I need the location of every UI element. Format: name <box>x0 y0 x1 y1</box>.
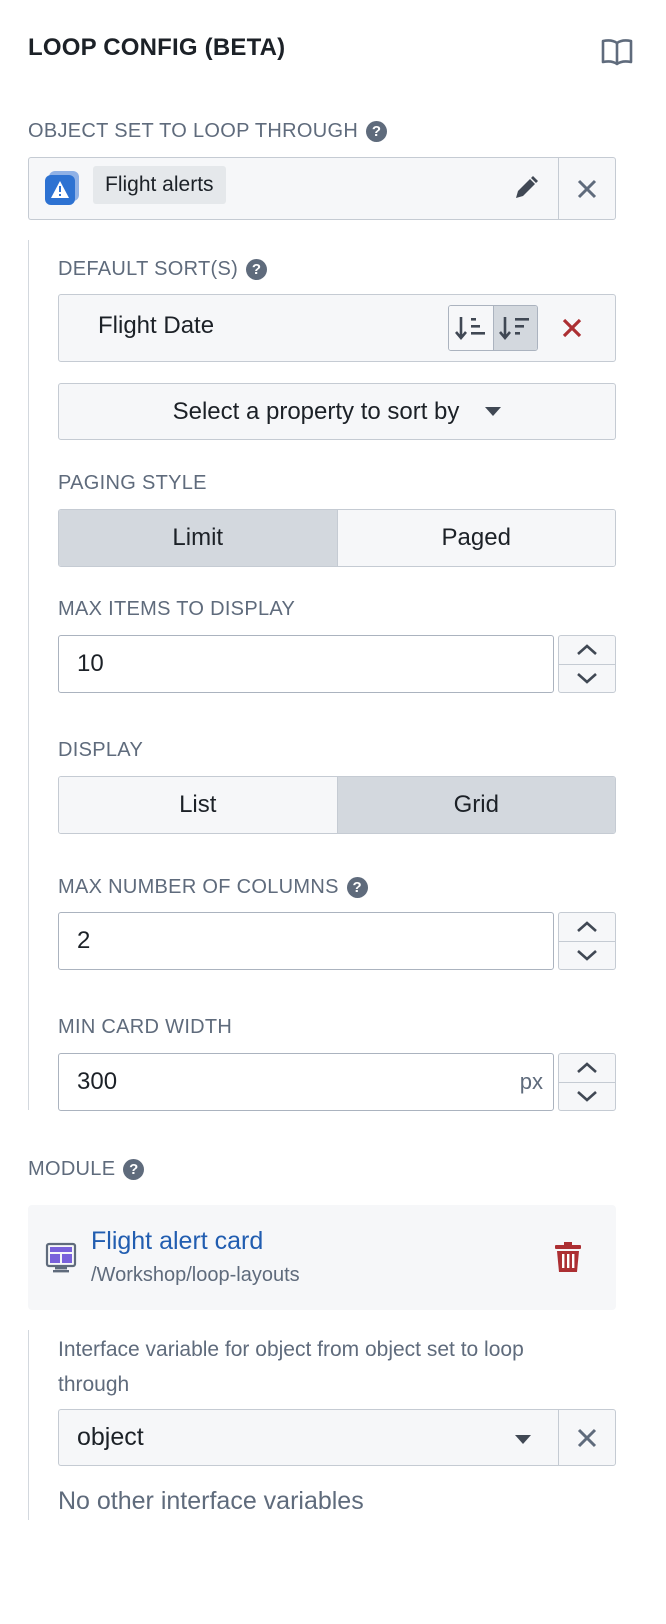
sort-descending-button[interactable] <box>492 306 537 350</box>
paging-style-segmented: Limit Paged <box>58 509 616 567</box>
interface-variable-description: Interface variable for object from objec… <box>58 1338 524 1396</box>
decrement-button[interactable] <box>559 1081 615 1111</box>
nested-section-line <box>28 1330 29 1520</box>
module-name-link[interactable]: Flight alert card <box>91 1227 263 1256</box>
module-path: /Workshop/loop-layouts <box>91 1264 300 1286</box>
max-columns-stepper <box>558 912 616 970</box>
max-items-label: MAX ITEMS TO DISPLAY <box>58 598 296 620</box>
display-segmented: List Grid <box>58 776 616 834</box>
interface-variable-select[interactable]: object <box>58 1409 559 1466</box>
paging-limit-option[interactable]: Limit <box>59 510 337 566</box>
help-icon[interactable]: ? <box>366 121 388 142</box>
chevron-up-icon <box>577 1062 597 1073</box>
paging-paged-option[interactable]: Paged <box>336 510 615 566</box>
delete-module-button[interactable] <box>548 1237 588 1277</box>
max-columns-label: MAX NUMBER OF COLUMNS ? <box>58 876 368 899</box>
min-card-width-input[interactable]: 300 px <box>58 1053 554 1111</box>
chevron-down-icon <box>577 1091 597 1102</box>
book-icon[interactable] <box>600 34 634 68</box>
remove-sort-button[interactable] <box>552 308 592 348</box>
close-icon <box>577 1428 597 1447</box>
clear-object-set-button[interactable] <box>558 157 616 220</box>
sort-direction-toggle <box>448 305 538 351</box>
max-columns-input[interactable]: 2 <box>58 912 554 970</box>
object-set-tag[interactable]: Flight alerts <box>93 166 226 204</box>
nested-section-line <box>28 240 29 1110</box>
add-sort-select[interactable]: Select a property to sort by <box>58 383 616 440</box>
increment-button[interactable] <box>559 636 615 664</box>
trash-icon <box>555 1242 581 1272</box>
chevron-down-icon <box>577 950 597 961</box>
decrement-button[interactable] <box>559 663 615 693</box>
close-icon <box>577 179 597 198</box>
caret-down-icon[interactable] <box>515 1432 531 1450</box>
sort-asc-icon <box>454 317 485 341</box>
warning-icon <box>44 170 81 207</box>
default-sorts-label: DEFAULT SORT(S) ? <box>58 258 268 281</box>
display-list-option[interactable]: List <box>59 777 337 833</box>
display-label: DISPLAY <box>58 739 144 761</box>
chevron-up-icon <box>577 921 597 932</box>
increment-button[interactable] <box>559 913 615 941</box>
panel-title: LOOP CONFIG (BETA) <box>28 34 286 61</box>
sort-desc-icon <box>499 317 530 341</box>
max-items-input[interactable]: 10 <box>58 635 554 693</box>
module-label: MODULE ? <box>28 1158 145 1181</box>
chevron-down-icon <box>577 673 597 684</box>
module-card <box>28 1205 616 1310</box>
chevron-up-icon <box>577 644 597 655</box>
min-card-width-stepper <box>558 1053 616 1111</box>
sort-ascending-button[interactable] <box>449 306 493 350</box>
add-sort-placeholder: Select a property to sort by <box>172 397 460 425</box>
sort-property-name: Flight Date <box>98 312 215 339</box>
clear-interface-variable-button[interactable] <box>558 1409 616 1466</box>
layout-icon <box>45 1240 79 1274</box>
increment-button[interactable] <box>559 1054 615 1082</box>
min-card-width-label: MIN CARD WIDTH <box>58 1016 233 1038</box>
paging-style-label: PAGING STYLE <box>58 472 207 494</box>
help-icon[interactable]: ? <box>123 1159 145 1180</box>
unit-suffix: px <box>519 1069 543 1094</box>
object-set-label: OBJECT SET TO LOOP THROUGH ? <box>28 120 388 143</box>
edit-icon[interactable] <box>506 168 546 208</box>
display-grid-option[interactable]: Grid <box>336 777 615 833</box>
caret-down-icon <box>485 406 502 416</box>
close-icon <box>562 318 582 338</box>
min-card-width-value: 300 <box>77 1068 118 1095</box>
decrement-button[interactable] <box>559 940 615 970</box>
help-icon[interactable]: ? <box>246 259 268 280</box>
max-items-stepper <box>558 635 616 693</box>
interface-variable-value: object <box>77 1423 144 1451</box>
help-icon[interactable]: ? <box>346 877 368 898</box>
no-interface-variables-text: No other interface variables <box>58 1487 364 1515</box>
